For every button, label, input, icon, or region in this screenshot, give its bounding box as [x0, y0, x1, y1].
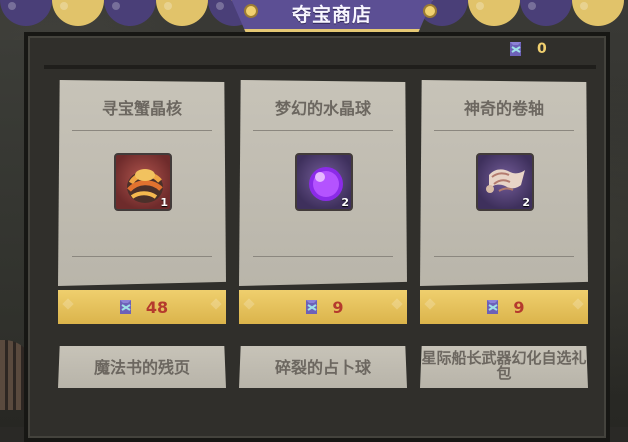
- item-title: 寻宝蟹晶核: [101, 99, 182, 118]
- item-title: 碎裂的占卜球: [274, 358, 371, 377]
- divider: [72, 256, 212, 257]
- shop-title: 夺宝商店: [229, 0, 435, 32]
- rune-scroll-icon: [510, 42, 521, 56]
- item-frame[interactable]: 2: [476, 153, 534, 211]
- rune-scroll-icon: [119, 300, 131, 314]
- item-title: 星际船长武器幻化自选礼包: [421, 349, 587, 382]
- item-frame[interactable]: 1: [114, 153, 172, 211]
- currency-indicator: 0: [506, 39, 547, 59]
- title-right-gem-icon: [423, 4, 437, 18]
- shop-item-card[interactable]: 梦幻的水晶球 2 9: [239, 80, 407, 324]
- price-value: 48: [145, 297, 169, 317]
- rune-scroll-icon: [487, 300, 499, 314]
- panel-shadow: [44, 65, 596, 69]
- divider: [253, 130, 393, 131]
- currency-value: 0: [537, 41, 547, 57]
- left-rock-decoration: [0, 40, 34, 410]
- shop-item-card-partial[interactable]: 碎裂的占卜球: [239, 346, 407, 388]
- divider: [434, 130, 574, 131]
- item-frame[interactable]: 2: [295, 153, 353, 211]
- item-title: 魔法书的残页: [93, 358, 190, 377]
- shop-item-card-partial[interactable]: 星际船长武器幻化自选礼包: [420, 346, 588, 388]
- shop-item-card[interactable]: 寻宝蟹晶核 1 48: [58, 80, 226, 324]
- divider: [72, 130, 212, 131]
- buy-price-button[interactable]: 9: [239, 290, 407, 324]
- divider: [253, 256, 393, 257]
- item-title: 梦幻的水晶球: [274, 99, 371, 118]
- item-count: 2: [341, 196, 349, 209]
- rune-scroll-icon: [306, 300, 318, 314]
- price-value: 9: [332, 297, 344, 317]
- item-count: 2: [522, 196, 530, 209]
- divider: [434, 256, 574, 257]
- buy-price-button[interactable]: 48: [58, 290, 226, 324]
- shop-item-card-partial[interactable]: 魔法书的残页: [58, 346, 226, 388]
- item-title: 神奇的卷轴: [463, 99, 544, 118]
- buy-price-button[interactable]: 9: [420, 290, 588, 324]
- item-count: 1: [160, 196, 168, 209]
- price-value: 9: [513, 297, 525, 317]
- title-left-gem-icon: [244, 4, 258, 18]
- shop-item-card[interactable]: 神奇的卷轴 2 9: [420, 80, 588, 324]
